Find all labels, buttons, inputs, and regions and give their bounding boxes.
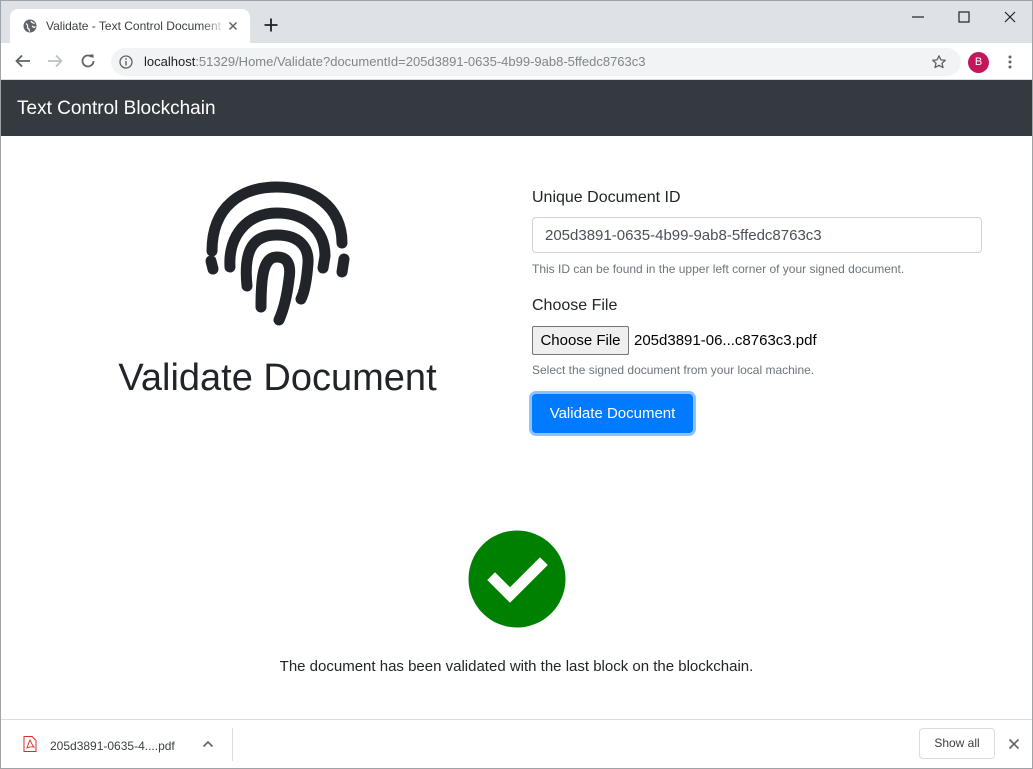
choose-file-help: Select the signed document from your loc… (532, 363, 815, 377)
shelf-divider (232, 728, 233, 761)
kebab-menu-icon[interactable] (1004, 54, 1016, 70)
validation-result-message: The document has been validated with the… (279, 658, 754, 675)
document-id-input[interactable] (532, 217, 982, 253)
maximize-icon[interactable] (956, 9, 972, 25)
download-shelf: 205d3891-0635-4....pdf Show all (1, 719, 1032, 768)
minimize-icon[interactable] (910, 9, 926, 25)
page-heading: Validate Document (118, 357, 437, 399)
document-id-help: This ID can be found in the upper left c… (532, 262, 905, 276)
globe-icon (23, 19, 37, 33)
url-host: localhost (144, 54, 196, 69)
browser-tab[interactable]: Validate - Text Control Document (10, 9, 250, 43)
document-id-label: Unique Document ID (532, 189, 681, 206)
choose-file-label: Choose File (532, 297, 618, 314)
url-path: :51329/Home/Validate?documentId=205d3891… (195, 54, 646, 69)
new-tab-icon[interactable] (263, 17, 279, 33)
browser-window: Validate - Text Control Document localho… (0, 0, 1033, 769)
url-text: localhost:51329/Home/Validate?documentId… (144, 54, 646, 70)
validate-document-button[interactable]: Validate Document (532, 394, 693, 433)
info-icon[interactable] (119, 55, 133, 69)
tab-strip: Validate - Text Control Document (1, 1, 1032, 43)
close-window-icon[interactable] (1002, 9, 1018, 25)
chevron-up-icon[interactable] (202, 739, 214, 749)
choose-file-button[interactable]: Choose File (532, 326, 629, 355)
back-arrow-icon[interactable] (14, 52, 32, 70)
address-bar[interactable]: localhost:51329/Home/Validate?documentId… (111, 48, 961, 76)
close-shelf-icon[interactable] (1008, 738, 1020, 750)
show-all-button[interactable]: Show all (919, 728, 995, 759)
site-navbar: Text Control Blockchain (1, 80, 1032, 136)
navbar-brand[interactable]: Text Control Blockchain (17, 98, 216, 120)
bookmark-star-icon[interactable] (931, 54, 947, 70)
fingerprint-icon (205, 181, 350, 326)
download-file-name[interactable]: 205d3891-0635-4....pdf (50, 739, 175, 754)
pdf-file-icon[interactable] (23, 736, 37, 752)
close-tab-icon[interactable] (226, 19, 240, 33)
forward-arrow-icon[interactable] (46, 52, 64, 70)
selected-file-name: 205d3891-06...c8763c3.pdf (634, 332, 817, 349)
tab-title: Validate - Text Control Document (46, 19, 226, 33)
profile-avatar[interactable]: B (968, 52, 989, 73)
reload-icon[interactable] (79, 52, 97, 70)
checkmark-circle-icon (468, 530, 566, 628)
browser-toolbar: localhost:51329/Home/Validate?documentId… (1, 43, 1032, 80)
